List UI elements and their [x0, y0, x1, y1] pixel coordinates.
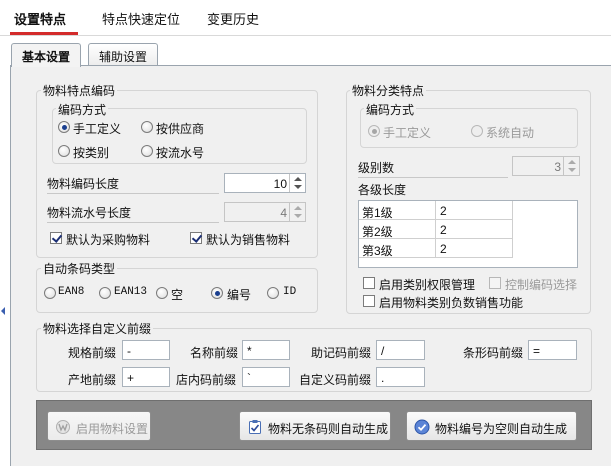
spin-down-icon[interactable] — [294, 185, 302, 189]
settings-icon — [56, 420, 70, 434]
negative-sales-label: 启用物料类别负数销售功能 — [379, 296, 524, 310]
radio-ean13-label: EAN13 — [114, 286, 148, 298]
category-permission-checkbox[interactable] — [363, 277, 375, 289]
radio-category-auto-label: 系统自动 — [486, 126, 535, 140]
level-length-table: 第1级 2 第2级 2 第3级 2 — [358, 200, 578, 268]
serial-length-spinner[interactable]: 4 — [224, 202, 306, 222]
barcode-prefix-input[interactable]: = — [528, 340, 577, 360]
radio-category-manual-label: 手工定义 — [383, 126, 432, 140]
name-prefix-label: 名称前缀 — [190, 346, 239, 360]
category-encode-mode-title: 编码方式 — [364, 101, 417, 118]
radio-ean13[interactable] — [99, 287, 111, 299]
levels-spinner[interactable]: 3 — [512, 156, 580, 176]
radio-empty-label: 空 — [171, 288, 184, 302]
category-permission-label: 启用类别权限管理 — [379, 278, 476, 292]
radio-ean8[interactable] — [44, 287, 56, 299]
store-code-prefix-label: 店内码前缀 — [176, 373, 237, 387]
spin-down-icon[interactable] — [568, 168, 576, 172]
custom-code-prefix-input[interactable]: . — [376, 367, 425, 387]
table-row[interactable]: 第3级 2 — [359, 239, 513, 258]
default-purchase-label: 默认为采购物料 — [66, 233, 151, 247]
spin-up-icon[interactable] — [294, 206, 302, 210]
radio-manual-define[interactable] — [58, 121, 70, 133]
custom-prefix-title: 物料选择自定义前缀 — [41, 320, 154, 337]
serial-length-label: 物料流水号长度 — [47, 204, 219, 223]
radio-by-supplier-label: 按供应商 — [156, 122, 205, 136]
spin-up-icon[interactable] — [568, 160, 576, 164]
control-encode-label: 控制编码选择 — [505, 278, 578, 292]
level-value-cell[interactable]: 2 — [437, 201, 513, 220]
encode-mode-title: 编码方式 — [56, 101, 109, 118]
auto-generate-barcode-button[interactable]: 物料无条码则自动生成 — [239, 411, 391, 441]
spin-up-icon[interactable] — [294, 177, 302, 181]
radio-number-label: 编号 — [227, 288, 252, 302]
level-length-label: 各级长度 — [358, 183, 407, 197]
mnemonic-prefix-label: 助记码前缀 — [311, 346, 372, 360]
table-row[interactable]: 第1级 2 — [359, 201, 513, 220]
sub-tab-bar: 基本设置 辅助设置 — [0, 36, 611, 67]
enable-material-settings-label: 启用物料设置 — [76, 422, 149, 436]
auto-generate-code-label: 物料编号为空则自动生成 — [435, 422, 568, 436]
spec-prefix-label: 规格前缀 — [68, 346, 117, 360]
store-code-prefix-input[interactable]: ` — [242, 367, 290, 387]
radio-by-category[interactable] — [58, 145, 70, 157]
serial-length-value: 4 — [280, 206, 287, 220]
collapse-arrow-icon[interactable] — [0, 304, 6, 318]
mnemonic-prefix-input[interactable]: / — [376, 340, 425, 360]
active-tab-indicator — [10, 32, 78, 35]
default-sales-checkbox[interactable] — [190, 232, 202, 244]
top-tab-bar: 设置特点 特点快速定位 变更历史 — [0, 0, 611, 36]
clipboard-check-icon — [249, 420, 261, 434]
level-value-cell[interactable]: 2 — [437, 239, 513, 258]
table-row[interactable]: 第2级 2 — [359, 220, 513, 239]
tab-change-history[interactable]: 变更历史 — [207, 9, 259, 28]
code-length-value: 10 — [273, 177, 287, 191]
enable-material-settings-button[interactable]: 启用物料设置 — [47, 411, 151, 441]
radio-category-manual[interactable] — [368, 125, 380, 137]
barcode-type-title: 自动条码类型 — [41, 260, 118, 277]
barcode-prefix-label: 条形码前缀 — [463, 346, 524, 360]
tab-settings-features[interactable]: 设置特点 — [14, 9, 66, 28]
radio-manual-define-label: 手工定义 — [73, 122, 122, 136]
level-name-cell: 第3级 — [359, 239, 436, 258]
radio-category-auto[interactable] — [471, 125, 483, 137]
tab-auxiliary-settings[interactable]: 辅助设置 — [88, 43, 159, 66]
radio-empty[interactable] — [156, 287, 168, 299]
spec-prefix-input[interactable]: - — [122, 340, 170, 360]
name-prefix-input[interactable]: * — [242, 340, 290, 360]
radio-by-serial-label: 按流水号 — [156, 146, 205, 160]
material-code-group-title: 物料特点编码 — [41, 82, 118, 99]
negative-sales-checkbox[interactable] — [363, 295, 375, 307]
origin-prefix-label: 产地前缀 — [68, 373, 117, 387]
radio-id[interactable] — [267, 287, 279, 299]
origin-prefix-input[interactable]: + — [122, 367, 170, 387]
radio-by-category-label: 按类别 — [73, 146, 110, 160]
code-length-spinner[interactable]: 10 — [224, 173, 306, 193]
auto-generate-code-button[interactable]: 物料编号为空则自动生成 — [406, 411, 577, 441]
level-name-cell: 第2级 — [359, 220, 436, 239]
levels-value: 3 — [554, 160, 561, 174]
tab-basic-settings[interactable]: 基本设置 — [11, 43, 82, 67]
custom-code-prefix-label: 自定义码前缀 — [299, 373, 372, 387]
code-length-label: 物料编码长度 — [47, 175, 219, 194]
level-name-cell: 第1级 — [359, 201, 436, 220]
spin-down-icon[interactable] — [294, 214, 302, 218]
tab-quick-locate[interactable]: 特点快速定位 — [102, 9, 180, 28]
radio-ean8-label: EAN8 — [58, 286, 85, 298]
default-purchase-checkbox[interactable] — [50, 232, 62, 244]
material-category-title: 物料分类特点 — [350, 82, 427, 99]
default-sales-label: 默认为销售物料 — [206, 233, 291, 247]
radio-number[interactable] — [211, 287, 223, 299]
radio-by-serial[interactable] — [141, 145, 153, 157]
radio-by-supplier[interactable] — [141, 121, 153, 133]
auto-generate-barcode-label: 物料无条码则自动生成 — [268, 422, 389, 436]
check-circle-icon — [414, 419, 430, 435]
levels-label: 级别数 — [358, 159, 508, 178]
control-encode-checkbox[interactable] — [489, 277, 501, 289]
level-value-cell[interactable]: 2 — [437, 220, 513, 239]
radio-id-label: ID — [283, 286, 297, 298]
